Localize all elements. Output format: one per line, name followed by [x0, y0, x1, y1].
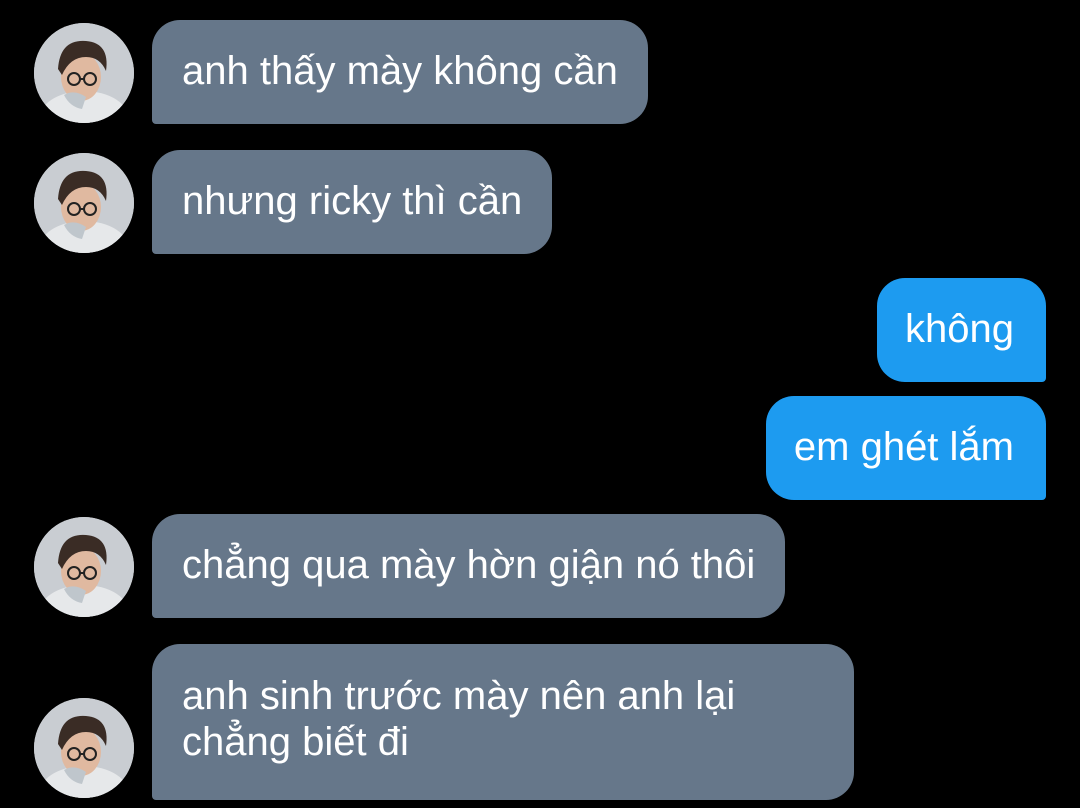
message-text: anh thấy mày không cần [182, 49, 618, 93]
contact-avatar[interactable] [34, 517, 134, 617]
incoming-message-bubble[interactable]: anh thấy mày không cần [152, 20, 648, 124]
contact-avatar[interactable] [34, 698, 134, 798]
message-row-incoming: anh thấy mày không cần [0, 20, 1080, 124]
incoming-message-bubble[interactable]: nhưng ricky thì cần [152, 150, 553, 254]
outgoing-message-bubble[interactable]: không [877, 278, 1046, 382]
outgoing-message-bubble[interactable]: em ghét lắm [765, 396, 1046, 500]
message-row-incoming: anh sinh trước mày nên anh lại chẳng biế… [0, 644, 1080, 800]
message-text: em ghét lắm [793, 425, 1014, 469]
message-text: chẳng qua mày hờn giận nó thôi [182, 543, 756, 587]
chat-thread: anh thấy mày không cần nhưng ricky thì c… [0, 0, 1080, 808]
message-text: anh sinh trước mày nên anh lại chẳng biế… [182, 674, 736, 764]
incoming-message-bubble[interactable]: chẳng qua mày hờn giận nó thôi [152, 514, 786, 618]
incoming-message-bubble[interactable]: anh sinh trước mày nên anh lại chẳng biế… [152, 644, 854, 800]
message-text: không [905, 307, 1014, 351]
contact-avatar-photo-icon [34, 153, 134, 253]
message-row-incoming: nhưng ricky thì cần [0, 150, 1080, 254]
contact-avatar[interactable] [34, 153, 134, 253]
message-row-incoming: chẳng qua mày hờn giận nó thôi [0, 514, 1080, 618]
contact-avatar-photo-icon [34, 517, 134, 617]
message-text: nhưng ricky thì cần [182, 179, 523, 223]
message-row-outgoing: không [0, 278, 1080, 382]
message-row-outgoing: em ghét lắm [0, 396, 1080, 500]
contact-avatar-photo-icon [34, 23, 134, 123]
contact-avatar-photo-icon [34, 698, 134, 798]
contact-avatar[interactable] [34, 23, 134, 123]
